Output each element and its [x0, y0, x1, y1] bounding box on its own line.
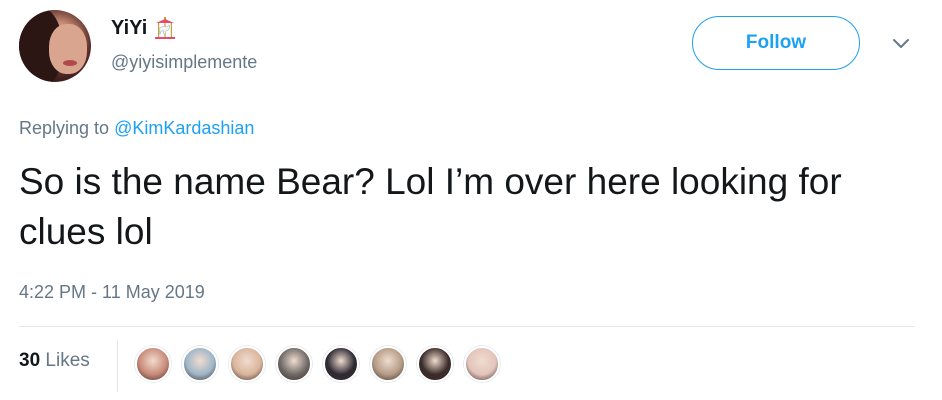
- tweet-card: YiYi @yiyisimplemente Follow Replying to…: [0, 0, 942, 400]
- carousel-horse-icon: [155, 17, 176, 39]
- liker-avatar[interactable]: [464, 346, 500, 382]
- follow-button[interactable]: Follow: [692, 16, 860, 70]
- likes-label: Likes: [45, 350, 90, 371]
- likes-stat[interactable]: 30 Likes: [19, 350, 90, 372]
- divider: [19, 326, 914, 327]
- liker-avatar[interactable]: [135, 346, 171, 382]
- likers-list: [135, 346, 511, 382]
- likes-count: 30: [19, 350, 41, 371]
- display-name[interactable]: YiYi: [111, 17, 147, 40]
- avatar-face: [49, 24, 87, 74]
- user-handle[interactable]: @yiyisimplemente: [111, 52, 257, 73]
- tweet-timestamp[interactable]: 4:22 PM - 11 May 2019: [19, 282, 205, 303]
- avatar-lips: [63, 60, 77, 66]
- mention-link[interactable]: @KimKardashian: [114, 118, 254, 138]
- liker-avatar[interactable]: [323, 346, 359, 382]
- tweet-text: So is the name Bear? Lol I’m over here l…: [19, 161, 842, 252]
- liker-avatar[interactable]: [276, 346, 312, 382]
- name-row: YiYi: [111, 16, 177, 40]
- liker-avatar[interactable]: [182, 346, 218, 382]
- avatar[interactable]: [19, 10, 91, 82]
- replying-prefix: Replying to: [19, 118, 110, 138]
- liker-avatar[interactable]: [229, 346, 265, 382]
- chevron-down-icon[interactable]: [891, 36, 911, 50]
- replying-to: Replying to @KimKardashian: [19, 118, 254, 139]
- liker-avatar[interactable]: [370, 346, 406, 382]
- liker-avatar[interactable]: [417, 346, 453, 382]
- stats-separator: [117, 340, 118, 392]
